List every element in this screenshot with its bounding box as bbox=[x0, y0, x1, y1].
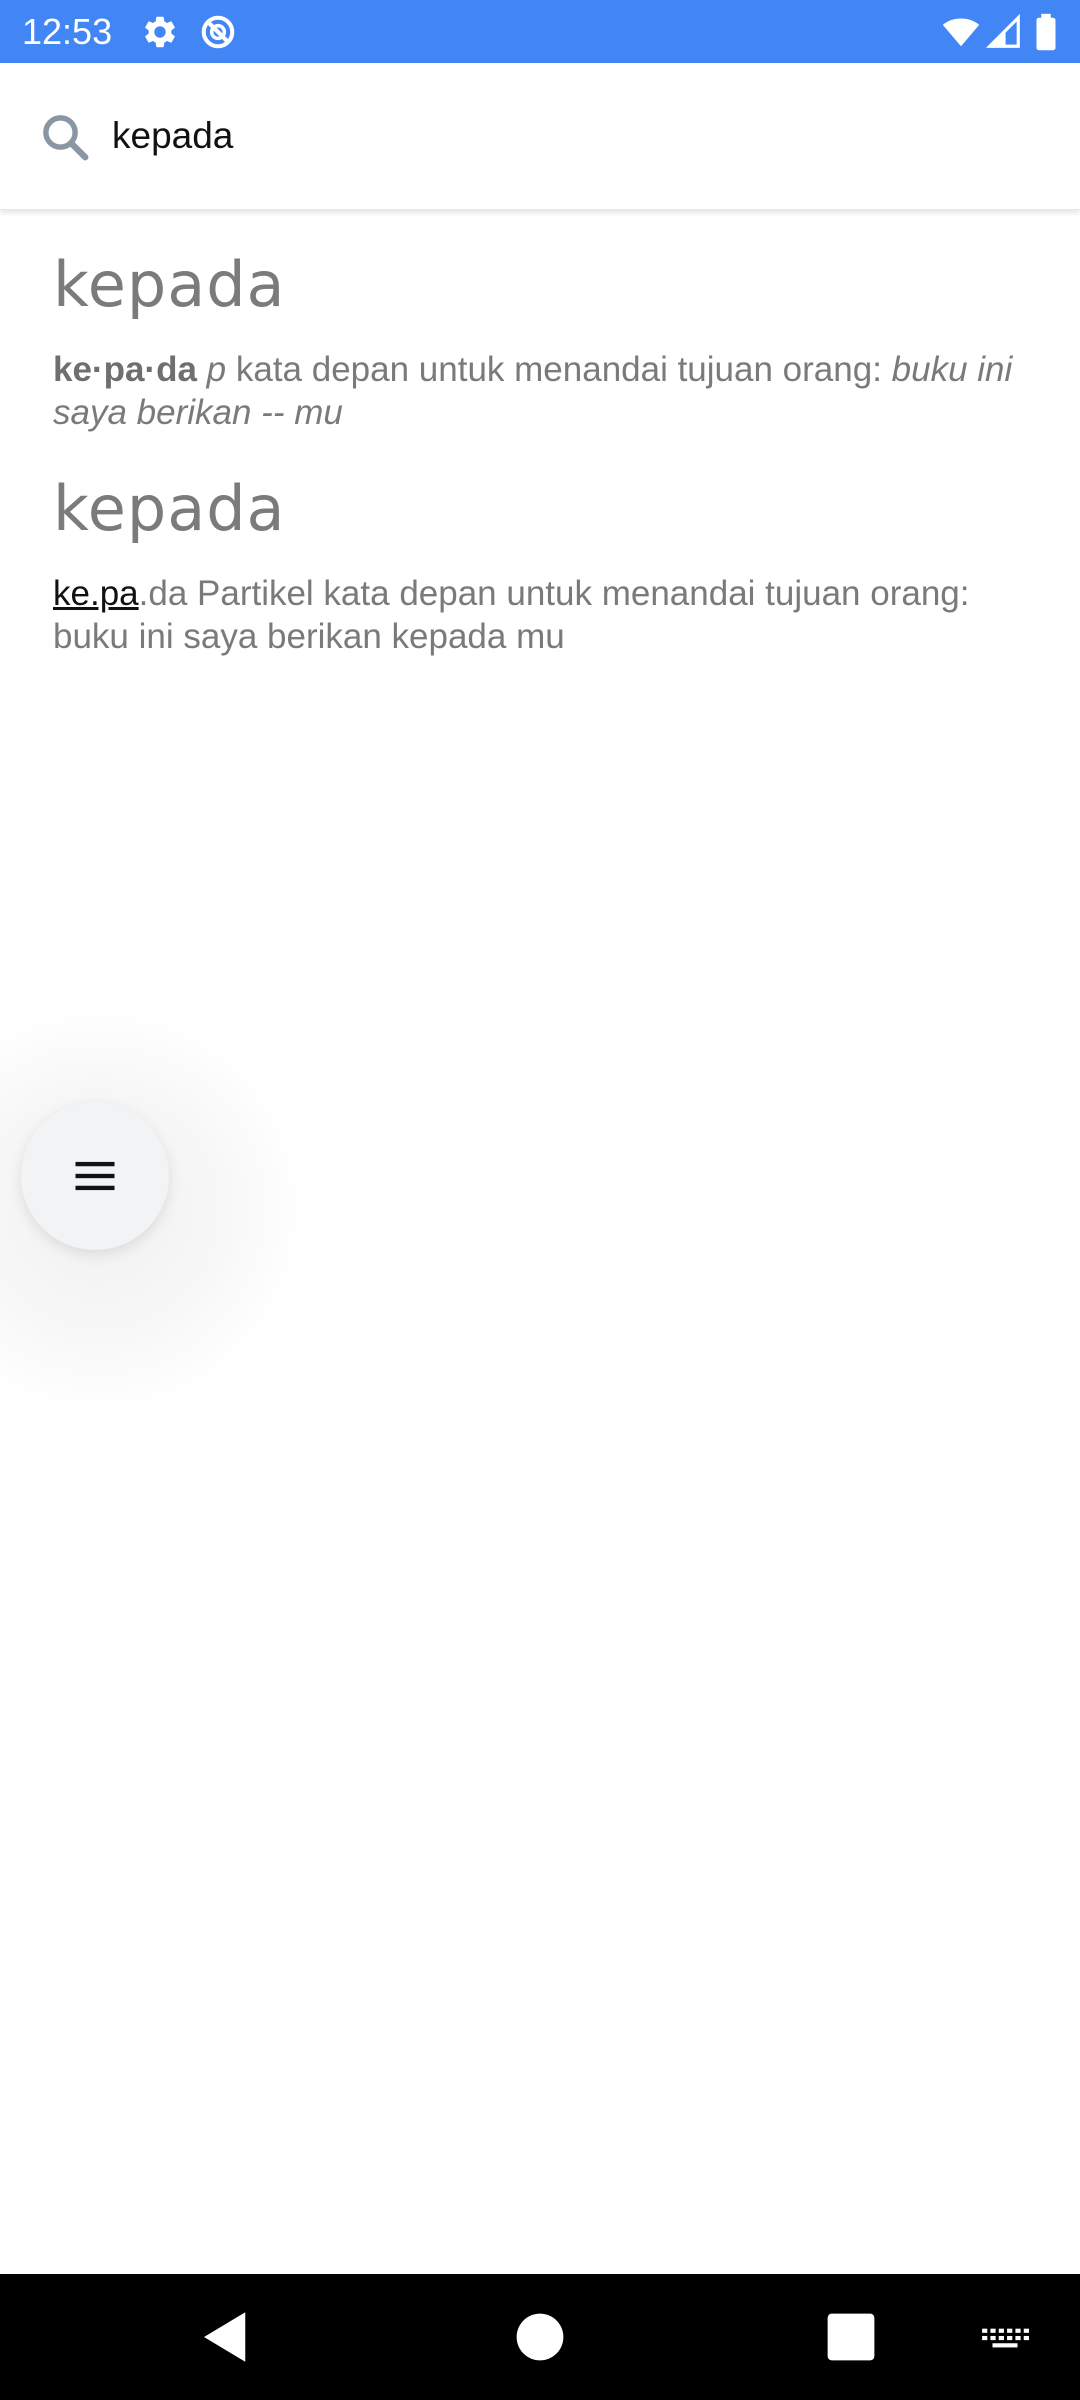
entry-syllables: ke·pa·da bbox=[53, 350, 197, 389]
dictionary-entry: kepada ke·pa·da p kata depan untuk menan… bbox=[53, 240, 1033, 434]
recents-icon[interactable] bbox=[818, 2304, 884, 2370]
back-icon[interactable] bbox=[193, 2304, 259, 2370]
dictionary-entry: kepada ke.pa.da Partikel kata depan untu… bbox=[53, 464, 1033, 658]
entry-part-of-speech: p bbox=[206, 350, 227, 389]
entry-title: kepada bbox=[53, 472, 286, 545]
keyboard-icon[interactable] bbox=[980, 2304, 1030, 2370]
entry-definition: ke·pa·da p kata depan untuk menandai tuj… bbox=[53, 348, 1033, 434]
menu-icon bbox=[75, 1161, 115, 1191]
syllable-link[interactable]: ke.pa bbox=[53, 574, 139, 613]
screen: 12:53 kepada ke·pa·da p kata depan untuk… bbox=[0, 0, 1080, 2400]
entry-title: kepada bbox=[53, 248, 286, 321]
battery-icon bbox=[1031, 13, 1061, 51]
do-not-disturb-icon bbox=[199, 13, 237, 51]
search-icon[interactable] bbox=[38, 110, 92, 164]
search-bar bbox=[0, 63, 1080, 210]
results-list: kepada ke·pa·da p kata depan untuk menan… bbox=[53, 240, 1033, 688]
navigation-bar bbox=[0, 2274, 1080, 2400]
status-time: 12:53 bbox=[22, 11, 113, 52]
entry-definition-text: kata depan untuk menandai tujuan orang: bbox=[226, 350, 892, 389]
search-input[interactable] bbox=[112, 103, 1012, 169]
entry-definition: ke.pa.da Partikel kata depan untuk menan… bbox=[53, 572, 1033, 658]
settings-icon bbox=[141, 13, 179, 51]
status-bar: 12:53 bbox=[0, 0, 1080, 63]
menu-fab-button[interactable] bbox=[21, 1102, 169, 1250]
entry-definition-text: .da Partikel kata depan untuk menandai t… bbox=[53, 574, 970, 656]
cell-signal-icon bbox=[985, 13, 1023, 51]
home-icon[interactable] bbox=[507, 2304, 573, 2370]
wifi-icon bbox=[942, 13, 980, 51]
